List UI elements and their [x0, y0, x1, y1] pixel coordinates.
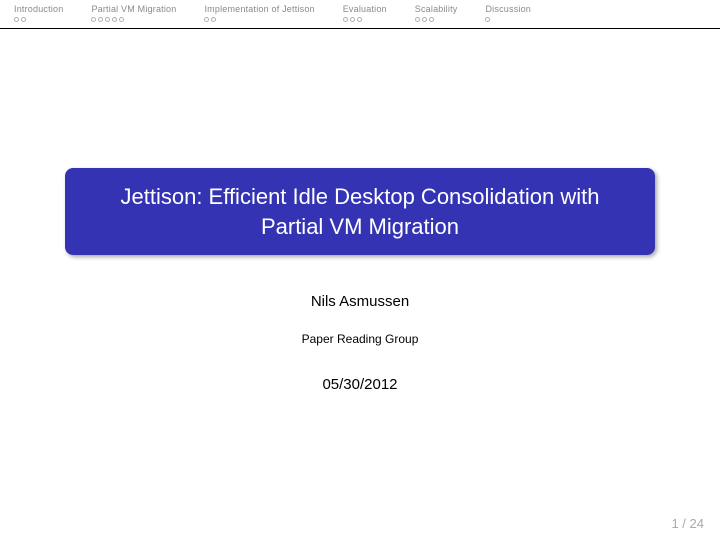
author-name: Nils Asmussen	[311, 293, 409, 310]
presentation-title: Jettison: Efficient Idle Desktop Consoli…	[65, 168, 655, 255]
presentation-date: 05/30/2012	[322, 376, 397, 393]
page-number: 1 / 24	[671, 516, 704, 531]
page-current: 1	[671, 516, 678, 531]
reading-group: Paper Reading Group	[302, 332, 419, 346]
page-sep: /	[679, 516, 690, 531]
slide-content: Jettison: Efficient Idle Desktop Consoli…	[0, 0, 720, 541]
page-total: 24	[690, 516, 704, 531]
